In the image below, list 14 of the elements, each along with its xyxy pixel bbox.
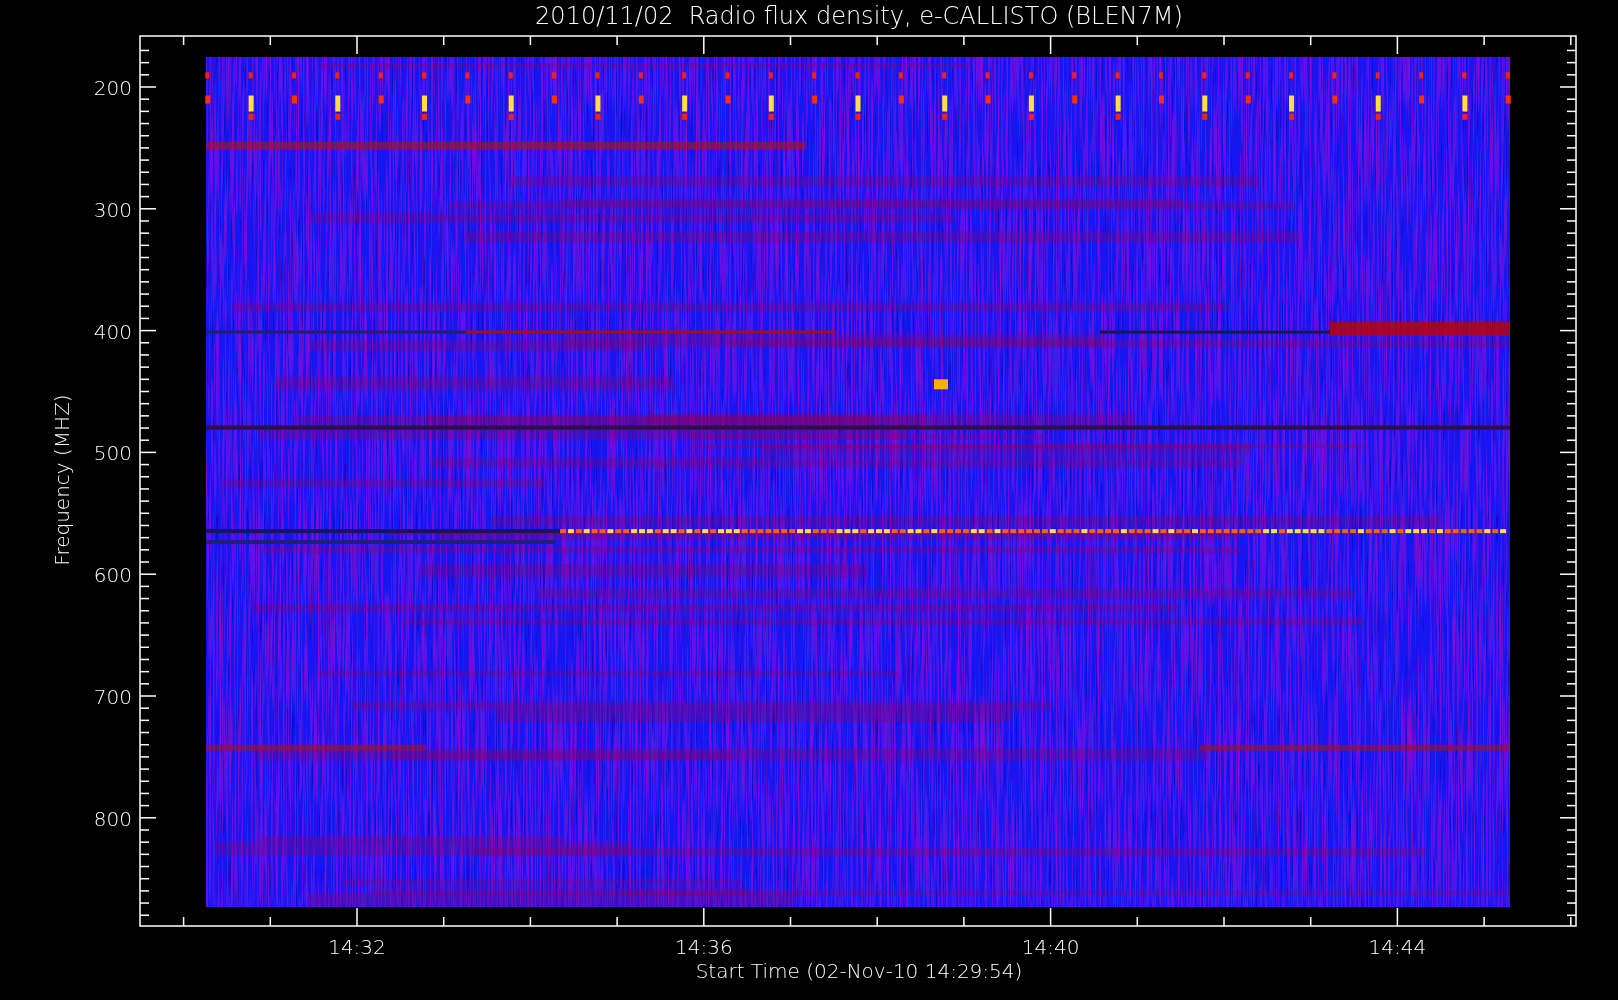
tick-label: 600 xyxy=(93,563,132,588)
tick-label: 14:36 xyxy=(675,935,733,959)
tick-label: 400 xyxy=(93,319,132,344)
tick-label: 14:40 xyxy=(1021,935,1080,959)
axis-title: Start Time (02-Nov-10 14:29:54) xyxy=(695,959,1023,983)
tick-label: 200 xyxy=(93,76,132,100)
tick-label: 800 xyxy=(93,806,132,831)
tick-label: 14:44 xyxy=(1368,935,1427,959)
tick-label: 300 xyxy=(93,197,132,222)
tick-label: 14:32 xyxy=(328,935,386,959)
tick-label: 500 xyxy=(93,441,132,466)
chart-title: 2010/11/02 Radio flux density, e-CALLISTO (BLEN7M) xyxy=(535,2,1183,30)
tick-label: 700 xyxy=(93,685,132,709)
axis-title: Frequency (MHZ) xyxy=(50,394,74,566)
